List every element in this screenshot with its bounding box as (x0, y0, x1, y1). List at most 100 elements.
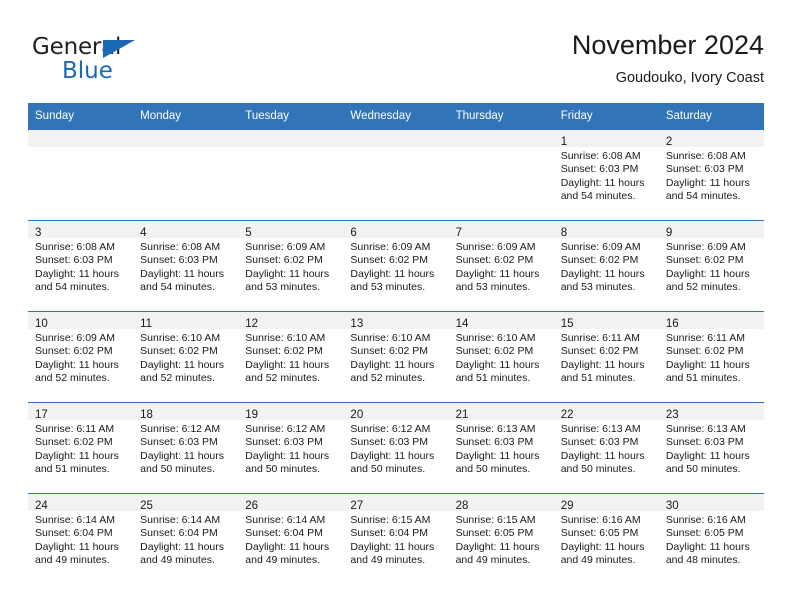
daylight-text-line1: Daylight: 11 hours (665, 540, 750, 553)
day-number-band (448, 130, 554, 147)
calendar-cell-empty (28, 129, 134, 221)
brand-word-blue: Blue (62, 58, 113, 84)
calendar-cell-day[interactable]: 16 Sunrise: 6:11 AM Sunset: 6:02 PM Dayligh… (658, 311, 764, 403)
day-info: Sunrise: 6:12 AM Sunset: 6:03 PM Daylight:… (343, 420, 448, 477)
daylight-text-line1: Daylight: 11 hours (665, 176, 750, 189)
day-info: Sunrise: 6:09 AM Sunset: 6:02 PM Daylight:… (343, 238, 448, 295)
daylight-text-line2: and 49 minutes. (560, 554, 636, 567)
brand-logo[interactable]: General Blue (32, 34, 232, 90)
day-info: Sunrise: 6:08 AM Sunset: 6:03 PM Daylight:… (659, 147, 764, 204)
day-number-band: 23 (658, 403, 764, 421)
daylight-text-line2: and 53 minutes. (560, 281, 636, 294)
calendar-cell-day[interactable]: 20 Sunrise: 6:12 AM Sunset: 6:03 PM Dayligh… (343, 402, 449, 494)
calendar-cell-day[interactable]: 4 Sunrise: 6:08 AM Sunset: 6:03 PM Daylight… (133, 220, 239, 312)
weekday-header-saturday: Saturday (658, 103, 764, 130)
calendar-cell-day[interactable]: 29 Sunrise: 6:16 AM Sunset: 6:05 PM Dayligh… (553, 493, 659, 584)
day-number: 27 (350, 500, 364, 512)
sunset-text: Sunset: 6:02 PM (350, 345, 429, 358)
sunrise-text: Sunrise: 6:10 AM (455, 332, 536, 344)
daylight-text-line2: and 54 minutes. (665, 190, 741, 203)
calendar-body: 1 Sunrise: 6:08 AM Sunset: 6:03 PM Daylight… (28, 129, 764, 584)
calendar-cell-empty (133, 129, 239, 221)
sunset-text: Sunset: 6:04 PM (350, 527, 429, 540)
sunset-text: Sunset: 6:05 PM (665, 527, 744, 540)
calendar-cell-day[interactable]: 22 Sunrise: 6:13 AM Sunset: 6:03 PM Dayligh… (553, 402, 659, 494)
calendar-cell-day[interactable]: 19 Sunrise: 6:12 AM Sunset: 6:03 PM Dayligh… (238, 402, 344, 494)
calendar-cell-day[interactable]: 1 Sunrise: 6:08 AM Sunset: 6:03 PM Daylight… (553, 129, 659, 221)
calendar-cell-day[interactable]: 13 Sunrise: 6:10 AM Sunset: 6:02 PM Dayligh… (343, 311, 449, 403)
calendar-cell-day[interactable]: 8 Sunrise: 6:09 AM Sunset: 6:02 PM Daylight… (553, 220, 659, 312)
daylight-text-line2: and 51 minutes. (665, 372, 741, 385)
daylight-text-line2: and 49 minutes. (140, 554, 215, 567)
day-number-band: 30 (658, 494, 764, 512)
calendar-cell-inner: 12 Sunrise: 6:10 AM Sunset: 6:02 PM Dayligh… (238, 312, 344, 402)
sunset-text: Sunset: 6:04 PM (245, 527, 323, 540)
daylight-text-line2: and 49 minutes. (35, 554, 110, 567)
daylight-text-line2: and 49 minutes. (245, 554, 320, 567)
calendar-cell-day[interactable]: 6 Sunrise: 6:09 AM Sunset: 6:02 PM Daylight… (343, 220, 449, 312)
calendar-cell-day[interactable]: 3 Sunrise: 6:08 AM Sunset: 6:03 PM Daylight… (28, 220, 134, 312)
day-number-band: 12 (238, 312, 344, 330)
day-number-band: 15 (553, 312, 659, 330)
day-number: 14 (455, 318, 469, 330)
calendar-cell-day[interactable]: 23 Sunrise: 6:13 AM Sunset: 6:03 PM Dayligh… (658, 402, 764, 494)
calendar-cell-day[interactable]: 7 Sunrise: 6:09 AM Sunset: 6:02 PM Daylight… (448, 220, 554, 312)
calendar-cell-day[interactable]: 25 Sunrise: 6:14 AM Sunset: 6:04 PM Dayligh… (133, 493, 239, 584)
daylight-text-line1: Daylight: 11 hours (245, 358, 330, 371)
calendar-cell-day[interactable]: 30 Sunrise: 6:16 AM Sunset: 6:05 PM Dayligh… (658, 493, 764, 584)
day-info: Sunrise: 6:09 AM Sunset: 6:02 PM Daylight:… (554, 238, 659, 295)
sunset-text: Sunset: 6:03 PM (140, 436, 218, 449)
day-number: 4 (140, 227, 147, 239)
day-info: Sunrise: 6:08 AM Sunset: 6:03 PM Daylight:… (133, 238, 238, 295)
calendar-cell-day[interactable]: 5 Sunrise: 6:09 AM Sunset: 6:02 PM Daylight… (238, 220, 344, 312)
day-info: Sunrise: 6:13 AM Sunset: 6:03 PM Daylight:… (449, 420, 554, 477)
day-info: Sunrise: 6:12 AM Sunset: 6:03 PM Daylight:… (133, 420, 238, 477)
daylight-text-line2: and 50 minutes. (245, 463, 320, 476)
calendar-cell-day[interactable]: 27 Sunrise: 6:15 AM Sunset: 6:04 PM Dayligh… (343, 493, 449, 584)
day-number-band: 27 (343, 494, 449, 512)
sunrise-text: Sunrise: 6:08 AM (140, 241, 221, 253)
calendar-week-row: 1 Sunrise: 6:08 AM Sunset: 6:03 PM Daylight… (28, 129, 764, 221)
day-number-band: 17 (28, 403, 134, 421)
calendar-cell-day[interactable]: 17 Sunrise: 6:11 AM Sunset: 6:02 PM Dayligh… (28, 402, 134, 494)
calendar-cell-inner: 28 Sunrise: 6:15 AM Sunset: 6:05 PM Dayligh… (448, 494, 554, 584)
calendar-cell-inner: 30 Sunrise: 6:16 AM Sunset: 6:05 PM Dayligh… (658, 494, 764, 584)
calendar-cell-day[interactable]: 21 Sunrise: 6:13 AM Sunset: 6:03 PM Dayligh… (448, 402, 554, 494)
day-number-band: 26 (238, 494, 344, 512)
calendar-cell-day[interactable]: 2 Sunrise: 6:08 AM Sunset: 6:03 PM Daylight… (658, 129, 764, 221)
calendar-cell-day[interactable]: 24 Sunrise: 6:14 AM Sunset: 6:04 PM Dayligh… (28, 493, 134, 584)
calendar-cell-day[interactable]: 28 Sunrise: 6:15 AM Sunset: 6:05 PM Dayligh… (448, 493, 554, 584)
day-number-band: 3 (28, 221, 134, 239)
calendar-cell-day[interactable]: 12 Sunrise: 6:10 AM Sunset: 6:02 PM Dayligh… (238, 311, 344, 403)
day-number-band: 1 (553, 130, 659, 148)
daylight-text-line1: Daylight: 11 hours (35, 267, 119, 280)
day-info: Sunrise: 6:09 AM Sunset: 6:02 PM Daylight:… (449, 238, 554, 295)
day-info: Sunrise: 6:09 AM Sunset: 6:02 PM Daylight:… (238, 238, 343, 295)
sunset-text: Sunset: 6:03 PM (350, 436, 429, 449)
daylight-text-line1: Daylight: 11 hours (245, 449, 330, 462)
calendar-cell-inner: 1 Sunrise: 6:08 AM Sunset: 6:03 PM Daylight… (553, 130, 659, 220)
calendar-cell-day[interactable]: 9 Sunrise: 6:09 AM Sunset: 6:02 PM Daylight… (658, 220, 764, 312)
calendar-cell-day[interactable]: 26 Sunrise: 6:14 AM Sunset: 6:04 PM Dayligh… (238, 493, 344, 584)
calendar-cell-day[interactable]: 10 Sunrise: 6:09 AM Sunset: 6:02 PM Dayligh… (28, 311, 134, 403)
calendar-cell-day[interactable]: 11 Sunrise: 6:10 AM Sunset: 6:02 PM Dayligh… (133, 311, 239, 403)
calendar-cell-day[interactable]: 15 Sunrise: 6:11 AM Sunset: 6:02 PM Dayligh… (553, 311, 659, 403)
daylight-text-line2: and 53 minutes. (245, 281, 320, 294)
calendar-cell-day[interactable]: 14 Sunrise: 6:10 AM Sunset: 6:02 PM Dayligh… (448, 311, 554, 403)
daylight-text-line2: and 52 minutes. (140, 372, 215, 385)
sunrise-text: Sunrise: 6:12 AM (140, 423, 221, 435)
daylight-text-line1: Daylight: 11 hours (665, 358, 750, 371)
daylight-text-line1: Daylight: 11 hours (560, 358, 645, 371)
calendar-cell-inner: 7 Sunrise: 6:09 AM Sunset: 6:02 PM Daylight… (448, 221, 554, 311)
day-info: Sunrise: 6:14 AM Sunset: 6:04 PM Daylight:… (28, 511, 133, 568)
sunrise-text: Sunrise: 6:09 AM (245, 241, 326, 253)
sunrise-text: Sunrise: 6:14 AM (245, 514, 326, 526)
sunset-text: Sunset: 6:02 PM (35, 436, 113, 449)
sunrise-text: Sunrise: 6:11 AM (665, 332, 746, 344)
calendar-cell-day[interactable]: 18 Sunrise: 6:12 AM Sunset: 6:03 PM Dayligh… (133, 402, 239, 494)
sunset-text: Sunset: 6:02 PM (140, 345, 218, 358)
day-number-band: 21 (448, 403, 554, 421)
daylight-text-line1: Daylight: 11 hours (455, 267, 540, 280)
daylight-text-line1: Daylight: 11 hours (35, 449, 119, 462)
daylight-text-line1: Daylight: 11 hours (245, 267, 330, 280)
